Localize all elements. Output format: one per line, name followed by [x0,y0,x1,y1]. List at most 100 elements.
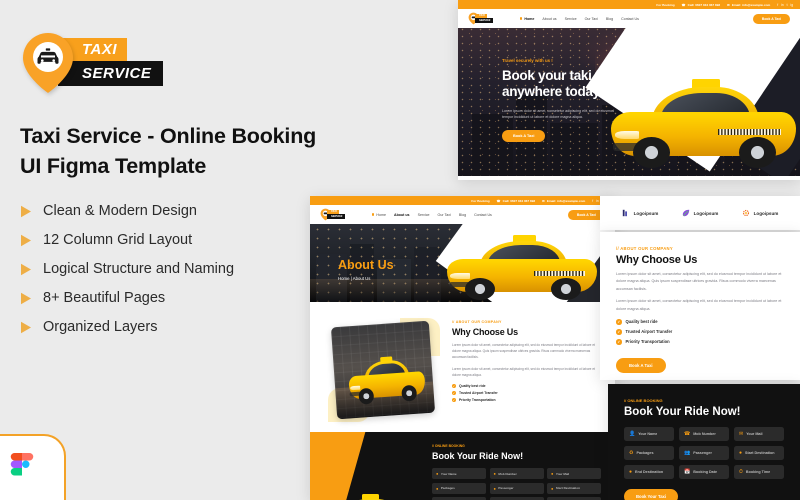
taxi-pin-icon [23,33,73,93]
nav-link-blog[interactable]: Blog [459,213,466,217]
topbar: For Booking ☎ Call: 0607 034 067 893 ✉ E… [310,196,615,205]
list-item: 12 Column Grid Layout [20,232,320,248]
topbar-email: ✉ Email: info@example.com [727,3,770,7]
mob-number-field[interactable]: ● Mob Number [489,468,544,479]
benefit-label: Quality best ride [625,319,658,325]
list-item: ✓ Quality best ride [452,384,601,389]
nav-link-home[interactable]: Home [372,213,386,217]
benefit-label: Trusted Airport Transfer [625,329,673,335]
nav-link-contact[interactable]: Contact Us [621,17,639,21]
topbar-email-text: Email: info@example.com [546,198,586,203]
passenger-icon: ● [493,485,496,491]
end-destination-field[interactable]: ●End Destination [624,465,674,479]
field-label: Passenger [693,451,712,455]
active-dot-icon [372,213,375,216]
benefit-list: ✓ Quality best ride ✓ Trusted Airport Tr… [616,319,784,345]
field-label: Booking Date [693,470,717,474]
phone-icon: ● [493,471,496,476]
nav-logo-service: SERVICE [327,214,346,219]
feature-label: Logical Structure and Naming [43,261,235,278]
feature-label: Clean & Modern Design [43,203,197,220]
booking-time-field[interactable]: ⏱ Booking Time [734,465,784,479]
book-a-taxi-button[interactable]: Book A Taxi [616,358,666,374]
about-title: About Us [338,258,394,272]
linkedin-icon[interactable]: in [781,3,783,7]
hero-paragraph: Lorem ipsum dolor sit amet, consetetur a… [502,108,615,120]
nav-link-about[interactable]: About us [542,17,556,21]
packages-field[interactable]: ♻ Packages [624,446,674,460]
check-icon: ✓ [452,398,456,403]
booking-eyebrow: // ONLINE BOOKING [432,444,465,448]
booking-heading: Book Your Ride Now! [624,406,741,418]
your-mail-field[interactable]: ✉ Your Mail [734,427,784,441]
topbar-email: ✉ Email: info@example.com [542,199,585,203]
booking-date-field[interactable]: 📅 Booking Date [679,465,729,479]
taxi-car-illustration [347,350,426,405]
packages-field[interactable]: ● Packages [432,482,486,494]
field-label: Start Destination [555,486,580,490]
client-logo: Logoipsum [742,209,778,217]
benefit-label: Trusted Airport Transfer [459,391,498,396]
facebook-icon[interactable]: f [592,199,593,203]
feature-label: Organized Layers [43,319,158,336]
hero-eyebrow: Travel securely with us ! [502,58,553,63]
start-destination-field[interactable]: ● Start Destination [734,446,784,460]
client-name: Logoipsum [693,210,719,216]
check-icon: ✓ [616,339,622,345]
your-mail-field[interactable]: ● Your Mail [547,468,601,479]
pin-icon: ● [551,485,554,491]
start-destination-field[interactable]: ● Start Destination [547,482,601,494]
navbar: TAXI SERVICE Home About us Service Our T… [310,205,615,224]
mob-number-field[interactable]: ☎ Mob Number [679,427,729,441]
your-name-field[interactable]: ● Your Name [432,468,486,479]
benefit-label: Quality best ride [459,384,486,389]
about-page-mockup: For Booking ☎ Call: 0607 034 067 893 ✉ E… [310,196,615,500]
benefit-label: Priority Transportation [625,339,670,345]
nav-link-service[interactable]: Service [418,213,430,217]
clock-icon: ⏱ [739,469,743,475]
list-item: ✓ Quality best ride [616,319,784,325]
nav-brand-logo[interactable]: TAXI SERVICE [468,12,498,25]
booking-field-grid: ● Your Name ● Mob Number ● Your Mail ● Packa… [432,468,601,500]
package-icon: ● [436,485,439,491]
twitter-icon[interactable]: t [787,3,788,7]
passenger-field[interactable]: ● Passenger [489,482,544,494]
nav-link-service[interactable]: Service [565,17,577,21]
nav-link-about[interactable]: About us [394,213,410,217]
hero-cta-button[interactable]: Book A Taxi [502,129,546,142]
mail-icon: ● [551,471,554,476]
feature-label: 8+ Beautiful Pages [43,290,166,307]
phone-icon: ☎ [681,2,686,7]
figma-badge [0,434,66,500]
package-icon: ♻ [629,450,634,456]
nav-link-contact[interactable]: Contact Us [474,213,492,217]
phone-icon: ☎ [496,198,501,203]
linkedin-icon[interactable]: in [596,199,598,203]
book-your-taxi-button[interactable]: Book Your Taxi [624,489,679,500]
why-choose-us-section: // ABOUT OUR COMPANY Why Choose Us Lorem… [310,302,615,432]
list-item: 8+ Beautiful Pages [20,290,320,306]
social-links[interactable]: f in t ig [777,3,793,7]
your-name-field[interactable]: 👤 Your Name [624,427,674,441]
arrow-right-icon [21,321,31,334]
topbar-phone-text: Call: 0607 034 067 893 [502,198,536,203]
topbar-phone: ☎ Call: 0607 034 067 893 [682,3,721,7]
book-a-taxi-button[interactable]: Book A Taxi [752,13,790,24]
facebook-icon[interactable]: f [777,3,778,7]
pin-icon: ● [739,450,743,456]
mail-icon: ✉ [542,198,545,203]
instagram-icon[interactable]: ig [791,3,793,7]
field-label: Mob Number [498,471,517,476]
check-icon: ✓ [616,319,622,325]
nav-link-home[interactable]: Home [520,17,534,21]
nav-link-blog[interactable]: Blog [606,17,613,21]
passenger-field[interactable]: 👥 Passenger [679,446,729,460]
client-logos-mockup: Logoipsum Logoipsum Logoipsum [600,196,800,230]
nav-brand-logo[interactable]: TAXI SERVICE [320,208,350,221]
field-label: Your Mail [555,471,570,476]
nav-link-our-taxi[interactable]: Our Taxi [438,213,451,217]
nav-link-our-taxi[interactable]: Our Taxi [585,17,598,21]
list-item: ✓ Priority Transportation [452,398,601,403]
hero-page-mockup: For Booking ☎ Call: 0607 034 067 893 ✉ E… [458,0,800,180]
calendar-icon: 📅 [684,469,691,475]
